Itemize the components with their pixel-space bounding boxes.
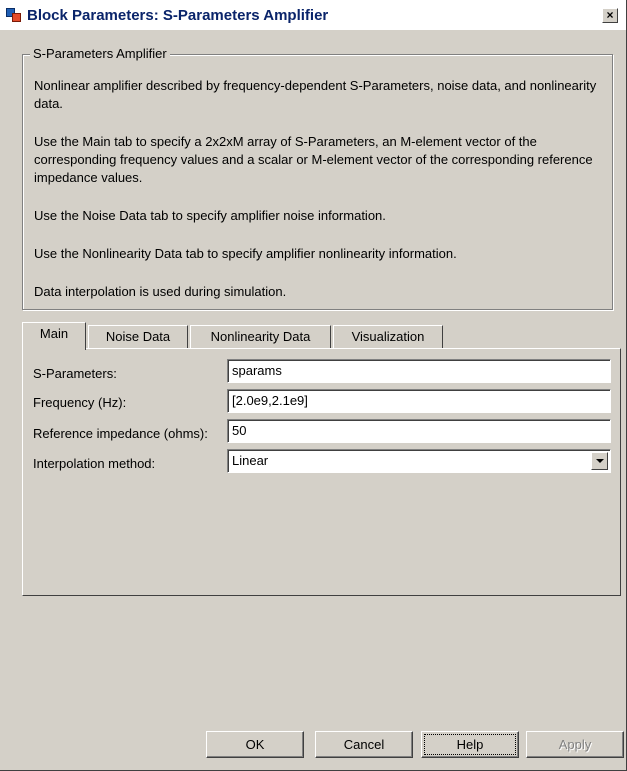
tab-noise-data[interactable]: Noise Data bbox=[88, 325, 188, 349]
reference-impedance-input[interactable]: 50 bbox=[227, 419, 611, 443]
tab-main[interactable]: Main bbox=[22, 322, 86, 350]
apply-button[interactable]: Apply bbox=[526, 731, 624, 758]
title-bar[interactable]: Block Parameters: S-Parameters Amplifier… bbox=[0, 0, 626, 30]
reference-impedance-label: Reference impedance (ohms): bbox=[33, 426, 208, 441]
description-group: Nonlinear amplifier described by frequen… bbox=[22, 54, 613, 310]
ok-button[interactable]: OK bbox=[206, 731, 304, 758]
interpolation-method-label: Interpolation method: bbox=[33, 456, 156, 471]
description-paragraph: Use the Noise Data tab to specify amplif… bbox=[34, 208, 386, 223]
chevron-down-icon[interactable] bbox=[591, 452, 608, 470]
interpolation-method-select[interactable]: Linear bbox=[227, 449, 611, 473]
tab-visualization[interactable]: Visualization bbox=[333, 325, 443, 349]
close-icon[interactable]: × bbox=[602, 8, 618, 23]
interpolation-method-value: Linear bbox=[232, 453, 269, 468]
cancel-button[interactable]: Cancel bbox=[315, 731, 413, 758]
s-parameters-input[interactable]: sparams bbox=[227, 359, 611, 383]
simulink-block-icon bbox=[6, 7, 22, 23]
window-title: Block Parameters: S-Parameters Amplifier bbox=[27, 6, 329, 24]
description-paragraph: Nonlinear amplifier described by frequen… bbox=[34, 78, 597, 111]
help-button[interactable]: Help bbox=[421, 731, 519, 758]
description-paragraph: Use the Nonlinearity Data tab to specify… bbox=[34, 246, 457, 261]
s-parameters-label: S-Parameters: bbox=[33, 366, 117, 381]
block-parameters-dialog: Block Parameters: S-Parameters Amplifier… bbox=[0, 0, 627, 771]
frequency-label: Frequency (Hz): bbox=[33, 395, 127, 410]
frequency-input[interactable]: [2.0e9,2.1e9] bbox=[227, 389, 611, 413]
description-paragraph: Data interpolation is used during simula… bbox=[34, 284, 287, 299]
tab-nonlinearity-data[interactable]: Nonlinearity Data bbox=[190, 325, 331, 349]
group-legend: S-Parameters Amplifier bbox=[30, 46, 170, 61]
description-paragraph: Use the Main tab to specify a 2x2xM arra… bbox=[34, 134, 593, 185]
main-tab-panel: S-Parameters: sparams Frequency (Hz): [2… bbox=[22, 348, 621, 596]
